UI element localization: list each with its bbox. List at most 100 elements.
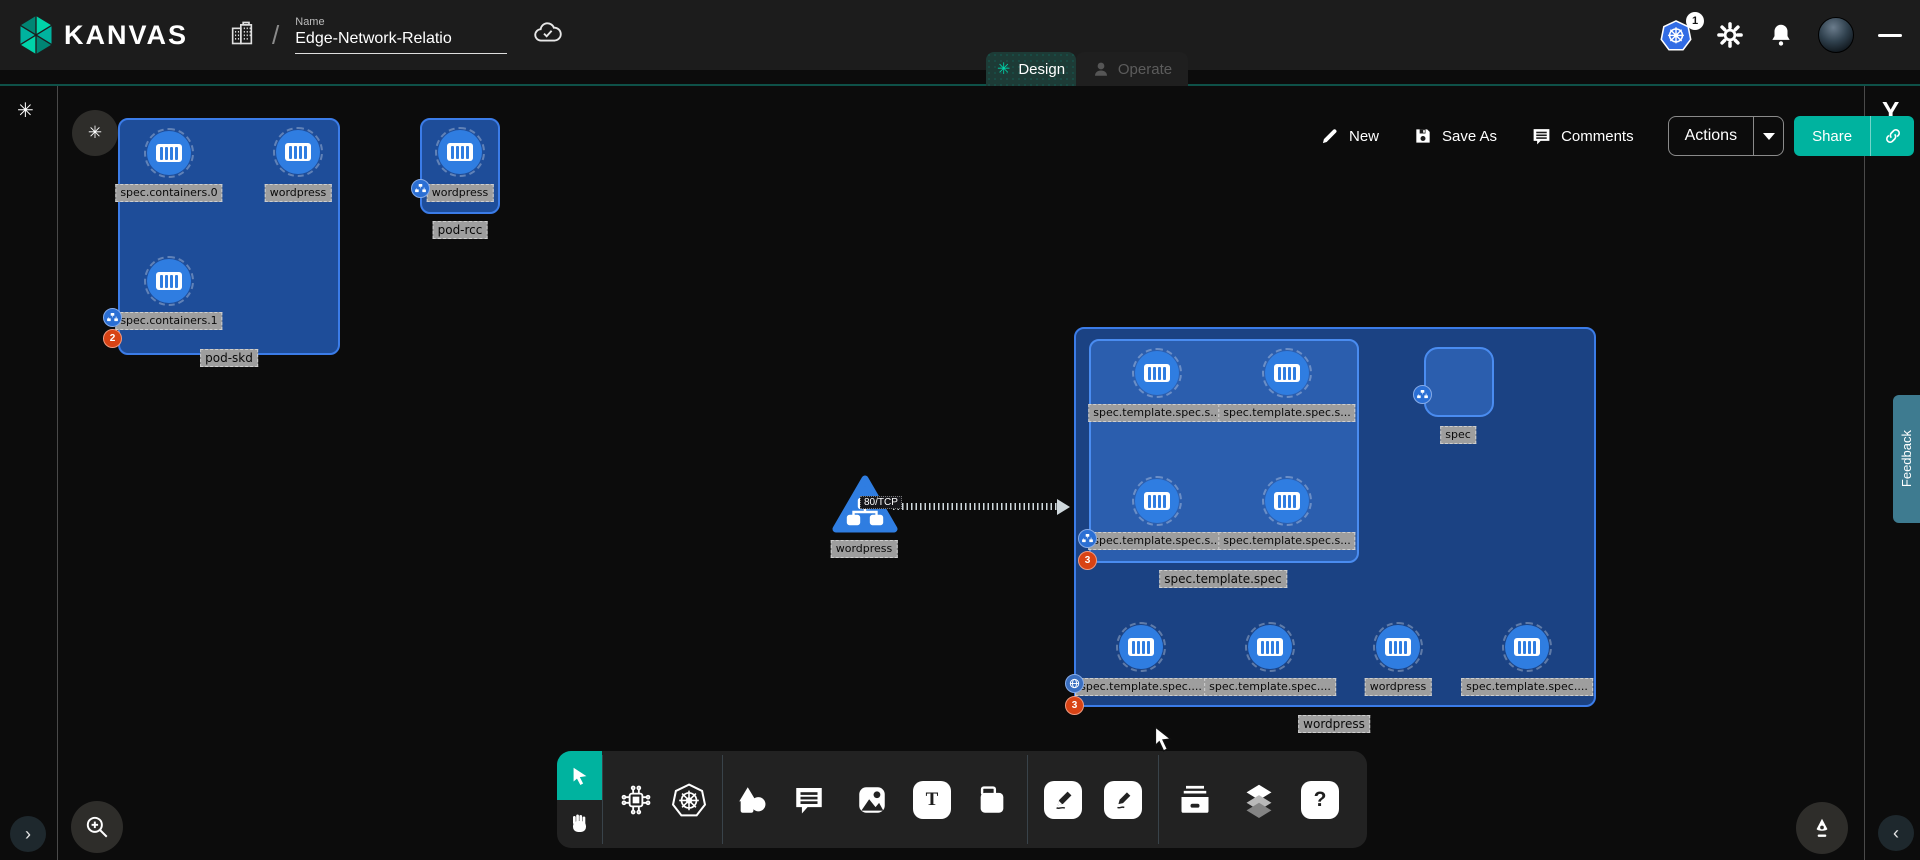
pod-icon-badge[interactable] <box>1413 385 1432 404</box>
canvas-flower-icon[interactable]: ✳ <box>72 110 118 156</box>
text-tool[interactable]: T <box>913 781 951 819</box>
layers-tool[interactable] <box>1241 782 1277 818</box>
node-label[interactable]: spec.template.spec.s... <box>1218 532 1355 550</box>
pencil-icon <box>1104 781 1142 819</box>
node-template-container-1[interactable] <box>1265 351 1309 395</box>
group-label[interactable]: pod-skd <box>200 349 258 367</box>
archive-tool[interactable] <box>1177 782 1213 818</box>
actions-label: Actions <box>1669 127 1753 145</box>
chip-icon <box>619 783 653 817</box>
group-label[interactable]: wordpress <box>1298 715 1370 733</box>
copy-link-icon[interactable] <box>1870 116 1914 156</box>
node-wordpress-rcc[interactable] <box>438 130 482 174</box>
pan-tool[interactable] <box>557 800 602 848</box>
container-icon <box>1128 638 1154 656</box>
node-bottom-0[interactable] <box>1119 625 1163 669</box>
select-tool[interactable] <box>557 751 602 800</box>
menu-icon[interactable] <box>1878 30 1902 41</box>
node-label[interactable]: spec.template.spec.s... <box>1218 404 1355 422</box>
image-icon <box>855 783 889 817</box>
pen-tool[interactable] <box>1044 781 1082 819</box>
node-template-container-2[interactable] <box>1135 479 1179 523</box>
shapes-icon <box>735 783 769 817</box>
node-template-container-0[interactable] <box>1135 351 1179 395</box>
node-label[interactable]: spec.template.spec.s... <box>1088 532 1225 550</box>
node-label[interactable]: spec.template.spec.... <box>1461 678 1593 696</box>
mouse-cursor <box>1150 725 1176 753</box>
node-label[interactable]: wordpress <box>1365 678 1432 696</box>
group-label[interactable]: spec.template.spec <box>1159 570 1287 588</box>
gear-icon[interactable] <box>1716 21 1744 49</box>
design-swirl-icon: ✳ <box>997 59 1010 79</box>
comments-button[interactable]: Comments <box>1531 126 1634 147</box>
alert-count-badge[interactable]: 3 <box>1078 551 1097 570</box>
node-bottom-2[interactable] <box>1376 625 1420 669</box>
node-wordpress-a[interactable] <box>276 130 320 174</box>
design-name-value[interactable]: Edge-Network-Relatio <box>295 30 507 54</box>
image-tool[interactable] <box>855 783 889 817</box>
container-icon <box>285 143 311 161</box>
avatar[interactable] <box>1818 17 1854 53</box>
chevron-right-icon[interactable]: › <box>10 816 46 852</box>
building-icon[interactable] <box>228 19 256 52</box>
design-name-field[interactable]: Name Edge-Network-Relatio <box>295 16 507 54</box>
alert-count-badge[interactable]: 2 <box>103 329 122 348</box>
share-button[interactable]: Share <box>1794 116 1914 156</box>
service-label[interactable]: wordpress <box>831 540 898 558</box>
app-header: KANVAS / Name Edge-Network-Relatio <box>0 0 1920 70</box>
help-tool[interactable]: ? <box>1301 781 1339 819</box>
new-button[interactable]: New <box>1320 126 1379 146</box>
group-spec-template-spec[interactable] <box>1089 339 1359 563</box>
operate-tab-label: Operate <box>1118 61 1172 78</box>
design-canvas[interactable]: ✳ Y ✳ › ‹ Feedback New <box>0 70 1920 860</box>
node-label[interactable]: spec.template.spec.s... <box>1088 404 1225 422</box>
feedback-tab[interactable]: Feedback <box>1893 395 1920 523</box>
node-label[interactable]: spec.template.spec.... <box>1204 678 1336 696</box>
edge-line[interactable] <box>893 503 1059 510</box>
toolbar-divider <box>722 755 723 844</box>
node-label[interactable]: wordpress <box>265 184 332 202</box>
deployment-icon-badge[interactable] <box>1065 674 1084 693</box>
breadcrumb-separator: / <box>272 20 279 51</box>
tab-design[interactable]: ✳ Design <box>986 52 1076 86</box>
node-spec-containers-0[interactable] <box>147 131 191 175</box>
kubernetes-components-tool[interactable] <box>671 782 707 818</box>
edge-port-label[interactable]: 80/TCP <box>860 496 902 509</box>
pod-icon-badge[interactable] <box>411 179 430 198</box>
tab-operate[interactable]: Operate <box>1076 52 1188 86</box>
alert-count-badge[interactable]: 3 <box>1065 696 1084 715</box>
component-browser-tool[interactable] <box>619 783 653 817</box>
node-template-container-3[interactable] <box>1265 479 1309 523</box>
design-tab-label: Design <box>1018 61 1065 78</box>
save-as-label: Save As <box>1442 128 1497 145</box>
node-label[interactable]: spec.template.spec.... <box>1075 678 1207 696</box>
node-bottom-1[interactable] <box>1248 625 1292 669</box>
actions-dropdown-button[interactable]: Actions <box>1668 116 1784 156</box>
node-label[interactable]: wordpress <box>427 184 494 202</box>
frame-tool[interactable] <box>975 783 1009 817</box>
node-label[interactable]: spec.containers.1 <box>115 312 222 330</box>
pen-nib-button[interactable] <box>1796 802 1848 854</box>
pencil-icon <box>1320 126 1340 146</box>
node-label[interactable]: spec.containers.0 <box>115 184 222 202</box>
kubernetes-context-icon[interactable]: 1 <box>1660 19 1692 51</box>
node-label[interactable]: spec <box>1440 426 1476 444</box>
kanvas-logo[interactable]: KANVAS <box>18 15 188 55</box>
node-spec-containers-1[interactable] <box>147 259 191 303</box>
shapes-tool[interactable] <box>735 783 769 817</box>
actions-caret[interactable] <box>1753 117 1783 155</box>
canvas-toolbar: T <box>557 751 1367 848</box>
comment-tool[interactable] <box>792 783 826 817</box>
group-label[interactable]: pod-rcc <box>433 221 488 239</box>
save-icon <box>1413 126 1433 146</box>
node-spec[interactable] <box>1424 347 1494 417</box>
bell-icon[interactable] <box>1768 21 1794 49</box>
pencil-tool[interactable] <box>1104 781 1142 819</box>
pod-icon-badge[interactable] <box>1078 529 1097 548</box>
chevron-left-icon[interactable]: ‹ <box>1878 815 1914 851</box>
pod-icon-badge[interactable] <box>103 308 122 327</box>
zoom-in-button[interactable] <box>71 801 123 853</box>
meshery-swirl-icon[interactable]: ✳ <box>17 98 34 123</box>
node-bottom-3[interactable] <box>1505 625 1549 669</box>
save-as-button[interactable]: Save As <box>1413 126 1497 146</box>
